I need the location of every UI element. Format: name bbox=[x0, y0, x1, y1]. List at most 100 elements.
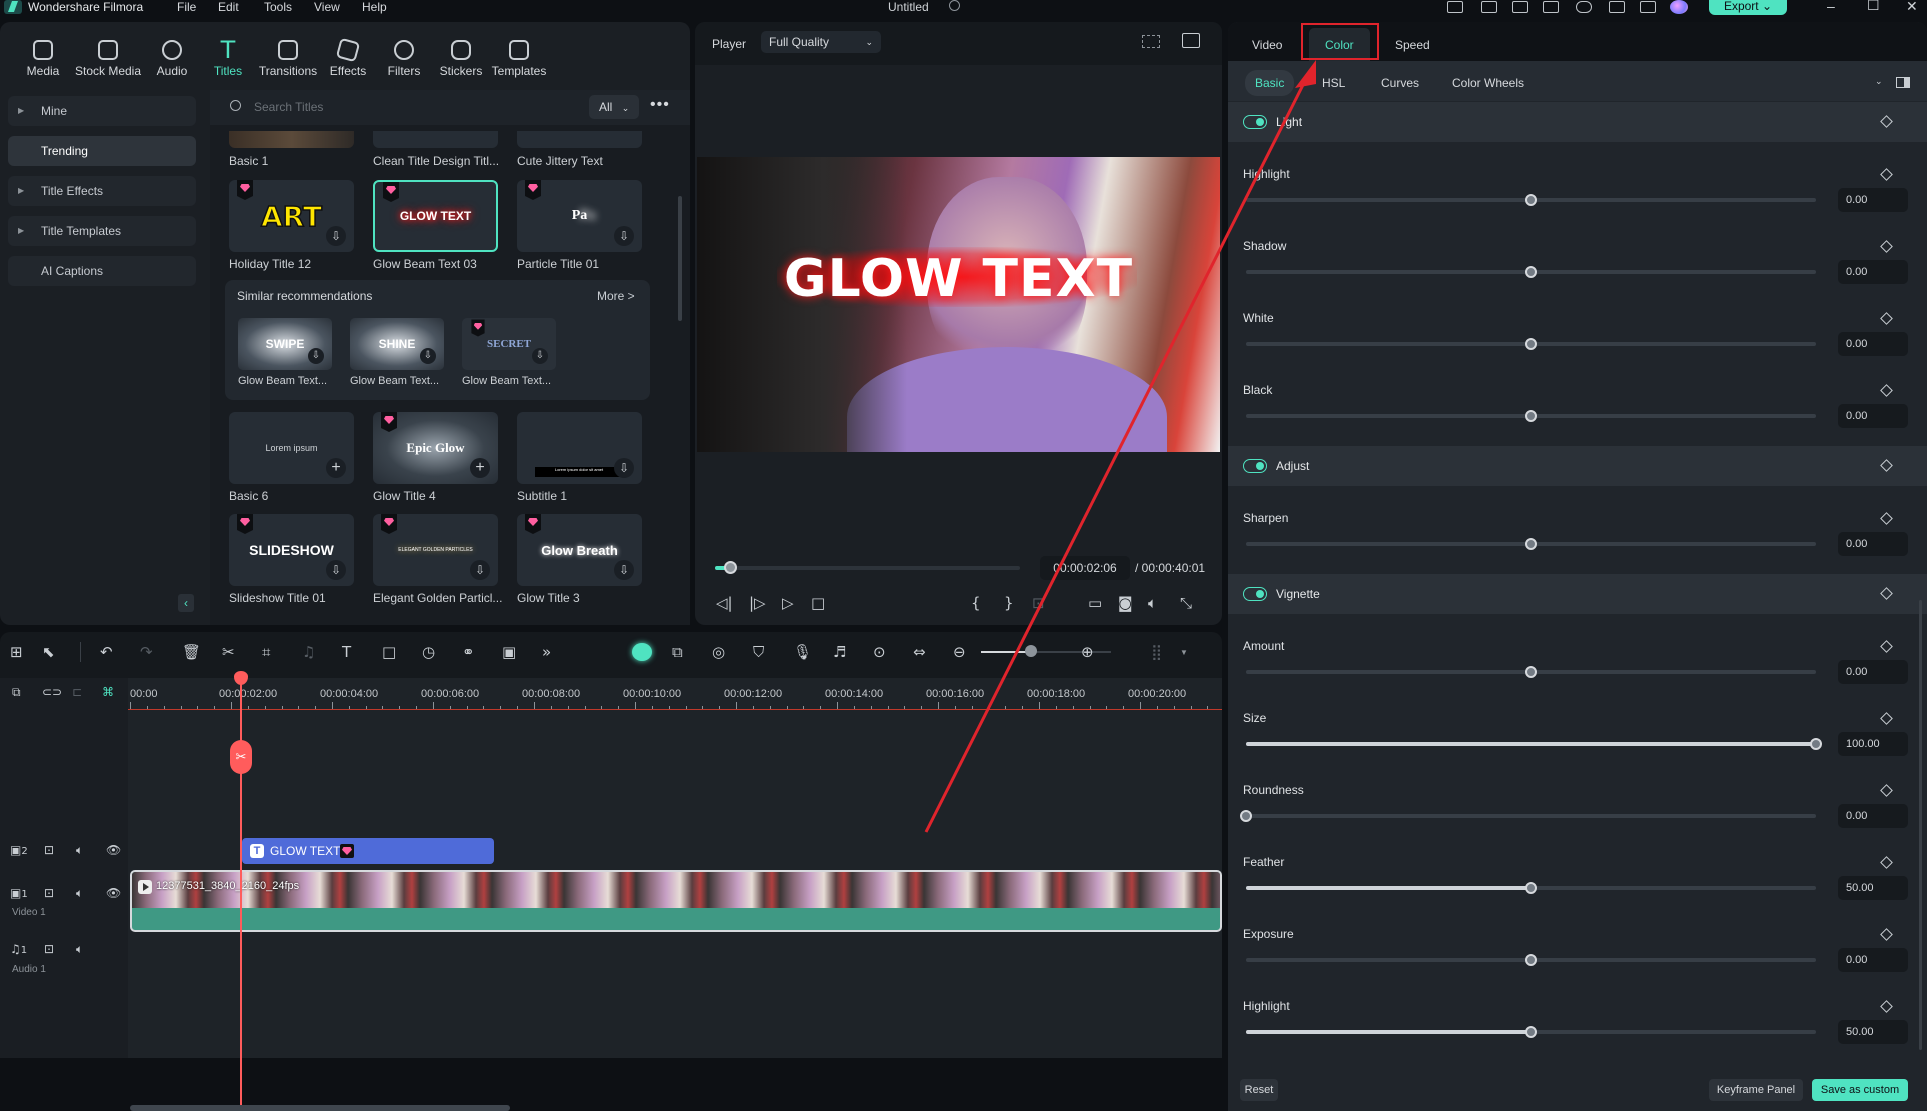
preview-render-icon[interactable]: ⊙ bbox=[873, 643, 886, 661]
tab-speed[interactable]: Speed bbox=[1395, 38, 1430, 52]
play-icon[interactable]: ▷ bbox=[782, 594, 794, 612]
title-item-glow-title-4[interactable]: Epic Glow + bbox=[373, 412, 498, 484]
scopes-icon[interactable] bbox=[1182, 33, 1200, 48]
reco-item[interactable]: SWIPE ⇩ bbox=[238, 318, 332, 370]
param-value-input[interactable]: 0.00 bbox=[1838, 260, 1908, 284]
param-value-input[interactable]: 0.00 bbox=[1838, 188, 1908, 212]
volume-icon[interactable]: 🔈︎ bbox=[1148, 594, 1157, 612]
download-icon[interactable]: ⇩ bbox=[614, 458, 634, 478]
visibility-icon[interactable]: 👁︎ bbox=[106, 843, 121, 857]
title-item-holiday-title-12[interactable]: ART ⇩ bbox=[229, 180, 354, 252]
layout-icon[interactable] bbox=[1512, 1, 1528, 13]
lock-icon[interactable]: ⊡ bbox=[44, 886, 54, 900]
keyframe-panel-button[interactable]: Keyframe Panel bbox=[1709, 1079, 1803, 1101]
more-link[interactable]: More > bbox=[597, 289, 635, 303]
shape-tool-icon[interactable]: □ bbox=[382, 643, 396, 661]
insert-icon[interactable]: ⊡ bbox=[1032, 594, 1045, 612]
ai-portrait-icon[interactable]: ▣ bbox=[502, 643, 516, 661]
param-slider-knob[interactable] bbox=[1525, 666, 1537, 678]
param-value-input[interactable]: 0.00 bbox=[1838, 404, 1908, 428]
title-item-basic-6[interactable]: Lorem ipsum + bbox=[229, 412, 354, 484]
color-match-icon[interactable]: ⚭ bbox=[462, 643, 475, 661]
param-value-input[interactable]: 0.00 bbox=[1838, 660, 1908, 684]
param-value-input[interactable]: 0.00 bbox=[1838, 948, 1908, 972]
param-value-input[interactable]: 50.00 bbox=[1838, 876, 1908, 900]
apps-grid-icon[interactable] bbox=[1640, 1, 1656, 13]
title-item-glow-title-3[interactable]: Glow Breath ⇩ bbox=[517, 514, 642, 586]
title-thumb[interactable] bbox=[517, 131, 642, 148]
avatar[interactable] bbox=[1670, 0, 1688, 14]
snap-icon[interactable]: ⌘ bbox=[102, 685, 114, 699]
sidebar-item-title-effects[interactable]: ▶ Title Effects bbox=[8, 176, 196, 206]
timeline-area[interactable] bbox=[0, 678, 1222, 1058]
sidebar-item-title-templates[interactable]: ▶ Title Templates bbox=[8, 216, 196, 246]
download-icon[interactable]: ⇩ bbox=[326, 560, 346, 580]
crop-icon[interactable]: ⌗ bbox=[262, 643, 270, 661]
filter-dropdown[interactable]: All ⌄ bbox=[589, 95, 639, 119]
search-input[interactable]: Search Titles bbox=[254, 100, 323, 114]
param-slider-knob[interactable] bbox=[1810, 738, 1822, 750]
adjust-toggle[interactable] bbox=[1243, 459, 1267, 473]
param-slider-knob[interactable] bbox=[1525, 954, 1537, 966]
grid-view-icon[interactable] bbox=[1142, 35, 1160, 48]
title-item-glow-beam-text-03[interactable]: GLOW TEXT bbox=[373, 180, 498, 252]
save-as-custom-button[interactable]: Save as custom bbox=[1812, 1079, 1908, 1101]
zoom-in-icon[interactable]: ⊕ bbox=[1081, 643, 1094, 661]
minimize-icon[interactable]: – bbox=[1827, 0, 1835, 14]
download-icon[interactable]: ⇩ bbox=[308, 348, 324, 364]
title-item-elegant-golden-particles[interactable]: ELEGANT GOLDEN PARTICLES ⇩ bbox=[373, 514, 498, 586]
split-icon[interactable]: ✂ bbox=[222, 643, 235, 661]
param-value-input[interactable]: 100.00 bbox=[1838, 732, 1908, 756]
param-slider-knob[interactable] bbox=[1525, 338, 1537, 350]
tool-effects[interactable]: Effects bbox=[318, 37, 378, 78]
menu-file[interactable]: File bbox=[177, 0, 196, 14]
support-icon[interactable] bbox=[1609, 1, 1625, 13]
sidebar-item-trending[interactable]: Trending bbox=[8, 136, 196, 166]
redo-icon[interactable]: ↷ bbox=[140, 643, 153, 661]
collapse-sidebar-button[interactable]: ‹ bbox=[178, 594, 194, 612]
menu-help[interactable]: Help bbox=[362, 0, 387, 14]
mute-icon[interactable]: 🔈︎ bbox=[76, 942, 83, 957]
playback-progress-track[interactable] bbox=[715, 566, 1020, 570]
tool-filters[interactable]: Filters bbox=[374, 40, 434, 78]
visibility-icon[interactable]: 👁︎ bbox=[106, 886, 121, 900]
display-icon[interactable]: ▭ bbox=[1088, 594, 1102, 612]
title-thumb[interactable] bbox=[229, 131, 354, 148]
title-item-subtitle-1[interactable]: Lorem ipsum dolor sit amet ⇩ bbox=[517, 412, 642, 484]
ai-video-icon[interactable]: ⧉ bbox=[672, 643, 683, 661]
vignette-toggle[interactable] bbox=[1243, 587, 1267, 601]
mute-icon[interactable]: 🔈︎ bbox=[76, 886, 83, 901]
lock-icon[interactable]: ⊡ bbox=[44, 843, 54, 857]
param-value-input[interactable]: 0.00 bbox=[1838, 804, 1908, 828]
voiceover-icon[interactable]: 🎙︎ bbox=[793, 643, 812, 661]
preview-title-text[interactable]: GLOW TEXT bbox=[697, 249, 1220, 309]
current-time[interactable]: 00:00:02:06 bbox=[1040, 556, 1130, 580]
maximize-icon[interactable]: ☐ bbox=[1867, 0, 1880, 14]
timeline-zoom-slider[interactable] bbox=[1024, 645, 1037, 657]
reset-button[interactable]: Reset bbox=[1240, 1079, 1278, 1101]
param-slider-knob[interactable] bbox=[1525, 194, 1537, 206]
title-item-slideshow-title-01[interactable]: SLIDESHOW ⇩ bbox=[229, 514, 354, 586]
add-track-icon[interactable]: ⧉ bbox=[12, 685, 21, 700]
text-tool-icon[interactable]: T bbox=[342, 643, 351, 661]
tab-video[interactable]: Video bbox=[1252, 38, 1282, 52]
subtab-curves[interactable]: Curves bbox=[1381, 76, 1419, 90]
video-clip[interactable]: 12377531_3840_2160_24fps bbox=[130, 870, 1222, 932]
speed-icon[interactable]: ◷ bbox=[422, 643, 435, 661]
link-icon[interactable]: ⊂⊃ bbox=[42, 685, 62, 699]
title-item-particle-title-01[interactable]: Pa ⇩ bbox=[517, 180, 642, 252]
download-icon[interactable]: ⇩ bbox=[420, 348, 436, 364]
undo-icon[interactable]: ↶ bbox=[100, 643, 113, 661]
split-at-playhead-icon[interactable]: ✂ bbox=[230, 740, 252, 774]
stop-icon[interactable]: □ bbox=[811, 594, 825, 612]
record-icon[interactable]: ◎ bbox=[712, 643, 725, 661]
subtab-basic[interactable]: Basic bbox=[1245, 70, 1295, 96]
light-toggle[interactable] bbox=[1243, 115, 1267, 129]
track-height-icon[interactable]: ⣿ bbox=[1151, 643, 1162, 661]
timeline-scrollbar[interactable] bbox=[130, 1105, 510, 1111]
close-icon[interactable]: ✕ bbox=[1906, 0, 1918, 15]
more-options-icon[interactable]: ••• bbox=[650, 96, 670, 114]
mark-in-icon[interactable]: { bbox=[971, 594, 981, 612]
snapshot-icon[interactable]: ◙ bbox=[1118, 594, 1133, 612]
marker-icon[interactable]: ⛉ bbox=[753, 643, 764, 661]
